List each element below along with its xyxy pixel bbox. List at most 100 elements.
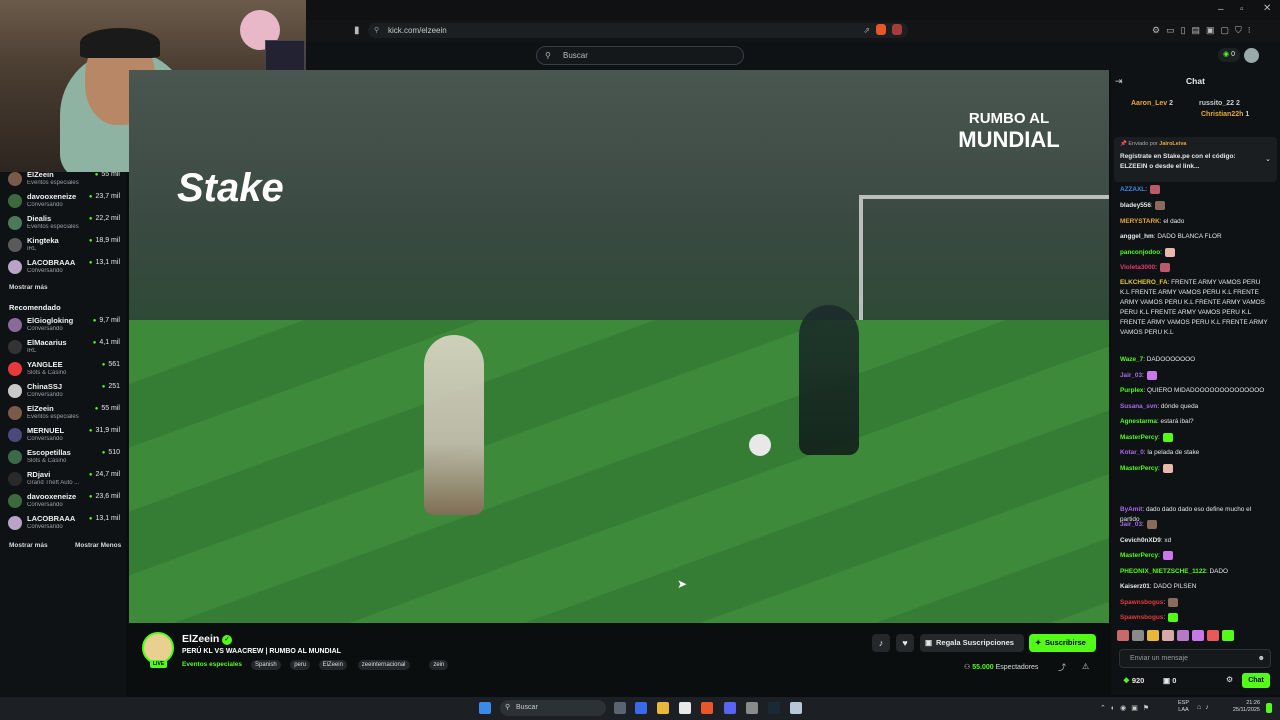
sidebar-channel[interactable]: ChinaSSJConversando 251: [6, 381, 122, 403]
sidebar-channel[interactable]: RDjaviGrand Theft Auto ... 24,7 mil: [6, 469, 122, 491]
close-window-icon[interactable]: ✕: [1263, 3, 1271, 14]
bookmark-icon[interactable]: ▮: [354, 25, 360, 36]
chat-message[interactable]: bladey556:: [1120, 201, 1270, 211]
emote-icon[interactable]: [1162, 630, 1174, 641]
system-tray-icons[interactable]: ⌃◐◉▣⚑: [1100, 704, 1154, 712]
chat-message[interactable]: Spawnsbogus:: [1120, 613, 1270, 623]
video-player[interactable]: Stake RUMBO AL MUNDIAL ➤: [129, 70, 1109, 623]
chat-message[interactable]: Susana_svn: dónde queda: [1120, 402, 1270, 412]
chat-settings-icon[interactable]: ⚙: [1226, 675, 1233, 684]
chat-username[interactable]: panconjodoo: [1120, 249, 1160, 256]
pinned-expand-icon[interactable]: ⌄: [1265, 155, 1271, 163]
report-icon[interactable]: ⚠: [1082, 662, 1089, 671]
sidebar-channel[interactable]: YANGLEESlots & Casino 561: [6, 359, 122, 381]
emote-icon[interactable]: [1147, 630, 1159, 641]
emote-icon[interactable]: [1117, 630, 1129, 641]
sidebar-channel[interactable]: ElMacariusIRL 4,1 mil: [6, 337, 122, 359]
sidebar-channel[interactable]: LACOBRAAAConversando 13,1 mil: [6, 513, 122, 535]
sidebar-channel[interactable]: ElZeeinEventos especiales55 mil: [6, 403, 122, 425]
discord-icon[interactable]: [724, 702, 736, 714]
site-info-icon[interactable]: ⚲: [374, 23, 379, 38]
chat-send-button[interactable]: Chat: [1242, 673, 1270, 688]
steam-icon[interactable]: [768, 702, 780, 714]
stream-category[interactable]: Eventos especiales: [182, 661, 242, 668]
show-more-recommended[interactable]: Mostrar más: [9, 542, 48, 549]
chat-username[interactable]: Kotar_0: [1120, 449, 1144, 456]
chat-username[interactable]: Kaiserz01: [1120, 583, 1150, 590]
emote-icon[interactable]: [1192, 630, 1204, 641]
subscribe-button[interactable]: ✦ Suscribirse: [1029, 634, 1096, 652]
store-icon[interactable]: [679, 702, 691, 714]
chat-message[interactable]: ELKCHERO_FA: FRENTE ARMY VAMOS PERU K.L …: [1120, 278, 1270, 338]
chat-message[interactable]: Agnestarma: estará ibai?: [1120, 417, 1270, 427]
minimize-icon[interactable]: –: [1218, 4, 1224, 15]
chat-gifts[interactable]: ▣ 0: [1163, 676, 1176, 685]
stream-tag[interactable]: zein: [429, 660, 449, 670]
copilot-icon[interactable]: [635, 702, 647, 714]
task-view-icon[interactable]: [614, 702, 626, 714]
browser-toolbar-icons[interactable]: ⚙▭▯▤▣▢⛉⁝: [1152, 25, 1257, 36]
stream-tag[interactable]: peru: [290, 660, 311, 670]
chat-message[interactable]: anggel_hm: DADO BLANCA FLOR: [1120, 232, 1270, 242]
file-explorer-icon[interactable]: [657, 702, 669, 714]
chat-username[interactable]: Spawnsbogus: [1120, 599, 1163, 606]
sidebar-channel[interactable]: DiealisEventos especiales 22,2 mil: [6, 213, 122, 235]
chat-username[interactable]: Susana_svn: [1120, 403, 1157, 410]
chat-username[interactable]: Purplex: [1120, 387, 1143, 394]
maximize-icon[interactable]: ▫: [1240, 4, 1244, 15]
chat-username[interactable]: Violeta3000: [1120, 264, 1155, 271]
sidebar-channel[interactable]: ElZeeinEventos especiales55 mil: [6, 169, 122, 191]
chat-message[interactable]: Waze_7: DADOOOOOOO: [1120, 355, 1270, 365]
channel-name[interactable]: ElZeein: [182, 633, 219, 645]
search-input[interactable]: ⚲ Buscar: [536, 46, 744, 65]
sidebar-channel[interactable]: KingtekaIRL 18,9 mil: [6, 235, 122, 257]
pinned-message[interactable]: 📌 Enviado por JairoLeiva Regístrate en S…: [1114, 137, 1277, 182]
chat-message[interactable]: Spawnsbogus:: [1120, 598, 1270, 608]
chat-username[interactable]: Spawnsbogus: [1120, 614, 1163, 621]
network-volume-icons[interactable]: ⌂♪: [1197, 704, 1213, 711]
chat-username[interactable]: Jair_03: [1120, 521, 1142, 528]
sidebar-channel[interactable]: ElGioglokingConversando 9,7 mil: [6, 315, 122, 337]
sidebar-channel[interactable]: EscopetillasSlots & Casino 510: [6, 447, 122, 469]
chat-username[interactable]: MasterPercy: [1120, 465, 1158, 472]
chat-message[interactable]: Violeta3000:: [1120, 263, 1270, 273]
emoji-icon[interactable]: ☻: [1258, 650, 1265, 667]
chat-username[interactable]: Cevich0nXD9: [1120, 537, 1161, 544]
sidebar-channel[interactable]: davooxeneizeConversando 23,6 mil: [6, 491, 122, 513]
gift-subs-button[interactable]: ▣ Regala Suscripciones: [920, 634, 1024, 652]
channel-points[interactable]: ❖ 920: [1123, 676, 1144, 685]
brave-taskbar-icon[interactable]: [701, 702, 713, 714]
user-avatar[interactable]: [1244, 48, 1259, 63]
chat-username[interactable]: PHEONIX_NIETZSCHE_1122: [1120, 568, 1206, 575]
chat-message[interactable]: Jair_03:: [1120, 371, 1270, 381]
chat-username[interactable]: ELKCHERO_FA: [1120, 279, 1168, 286]
share-icon[interactable]: ⇗: [863, 23, 870, 38]
notification-center-icon[interactable]: [1266, 703, 1272, 713]
language-indicator[interactable]: ESP LAA: [1178, 700, 1189, 714]
chat-message[interactable]: Jair_03:: [1120, 520, 1270, 530]
windows-start-icon[interactable]: [479, 702, 491, 714]
notifications-button[interactable]: ◉ 0: [1218, 48, 1240, 62]
emote-icon[interactable]: [1207, 630, 1219, 641]
chat-username[interactable]: MasterPercy: [1120, 434, 1158, 441]
chat-username[interactable]: bladey556: [1120, 202, 1151, 209]
stream-tag[interactable]: ElZeein: [318, 660, 347, 670]
stream-tag[interactable]: Spanish: [251, 660, 281, 670]
chat-message[interactable]: PHEONIX_NIETZSCHE_1122: DADO: [1120, 567, 1270, 577]
obs-icon[interactable]: [746, 702, 758, 714]
sidebar-channel[interactable]: davooxeneizeConversando 23,7 mil: [6, 191, 122, 213]
chat-username[interactable]: MERYSTARK: [1120, 218, 1160, 225]
clock[interactable]: 21:26 25/11/2025: [1226, 700, 1260, 714]
emote-icon[interactable]: [1222, 630, 1234, 641]
chat-message[interactable]: MasterPercy:: [1120, 464, 1270, 474]
show-more-following[interactable]: Mostrar más: [9, 284, 48, 291]
chat-message[interactable]: panconjodoo:: [1120, 248, 1270, 258]
chat-message[interactable]: AZZAXL:: [1120, 185, 1270, 195]
url-field[interactable]: ⚲ kick.com/elzeein ⇗: [368, 23, 908, 38]
chat-input[interactable]: Enviar un mensaje ☻: [1119, 649, 1271, 668]
chat-message[interactable]: Kaiserz01: DADO PILSEN: [1120, 582, 1270, 592]
chat-message[interactable]: MERYSTARK: el dado: [1120, 217, 1270, 227]
sidebar-channel[interactable]: LACOBRAAAConversando 13,1 mil: [6, 257, 122, 279]
chat-username[interactable]: anggel_hm: [1120, 233, 1154, 240]
chat-username[interactable]: MasterPercy: [1120, 552, 1158, 559]
